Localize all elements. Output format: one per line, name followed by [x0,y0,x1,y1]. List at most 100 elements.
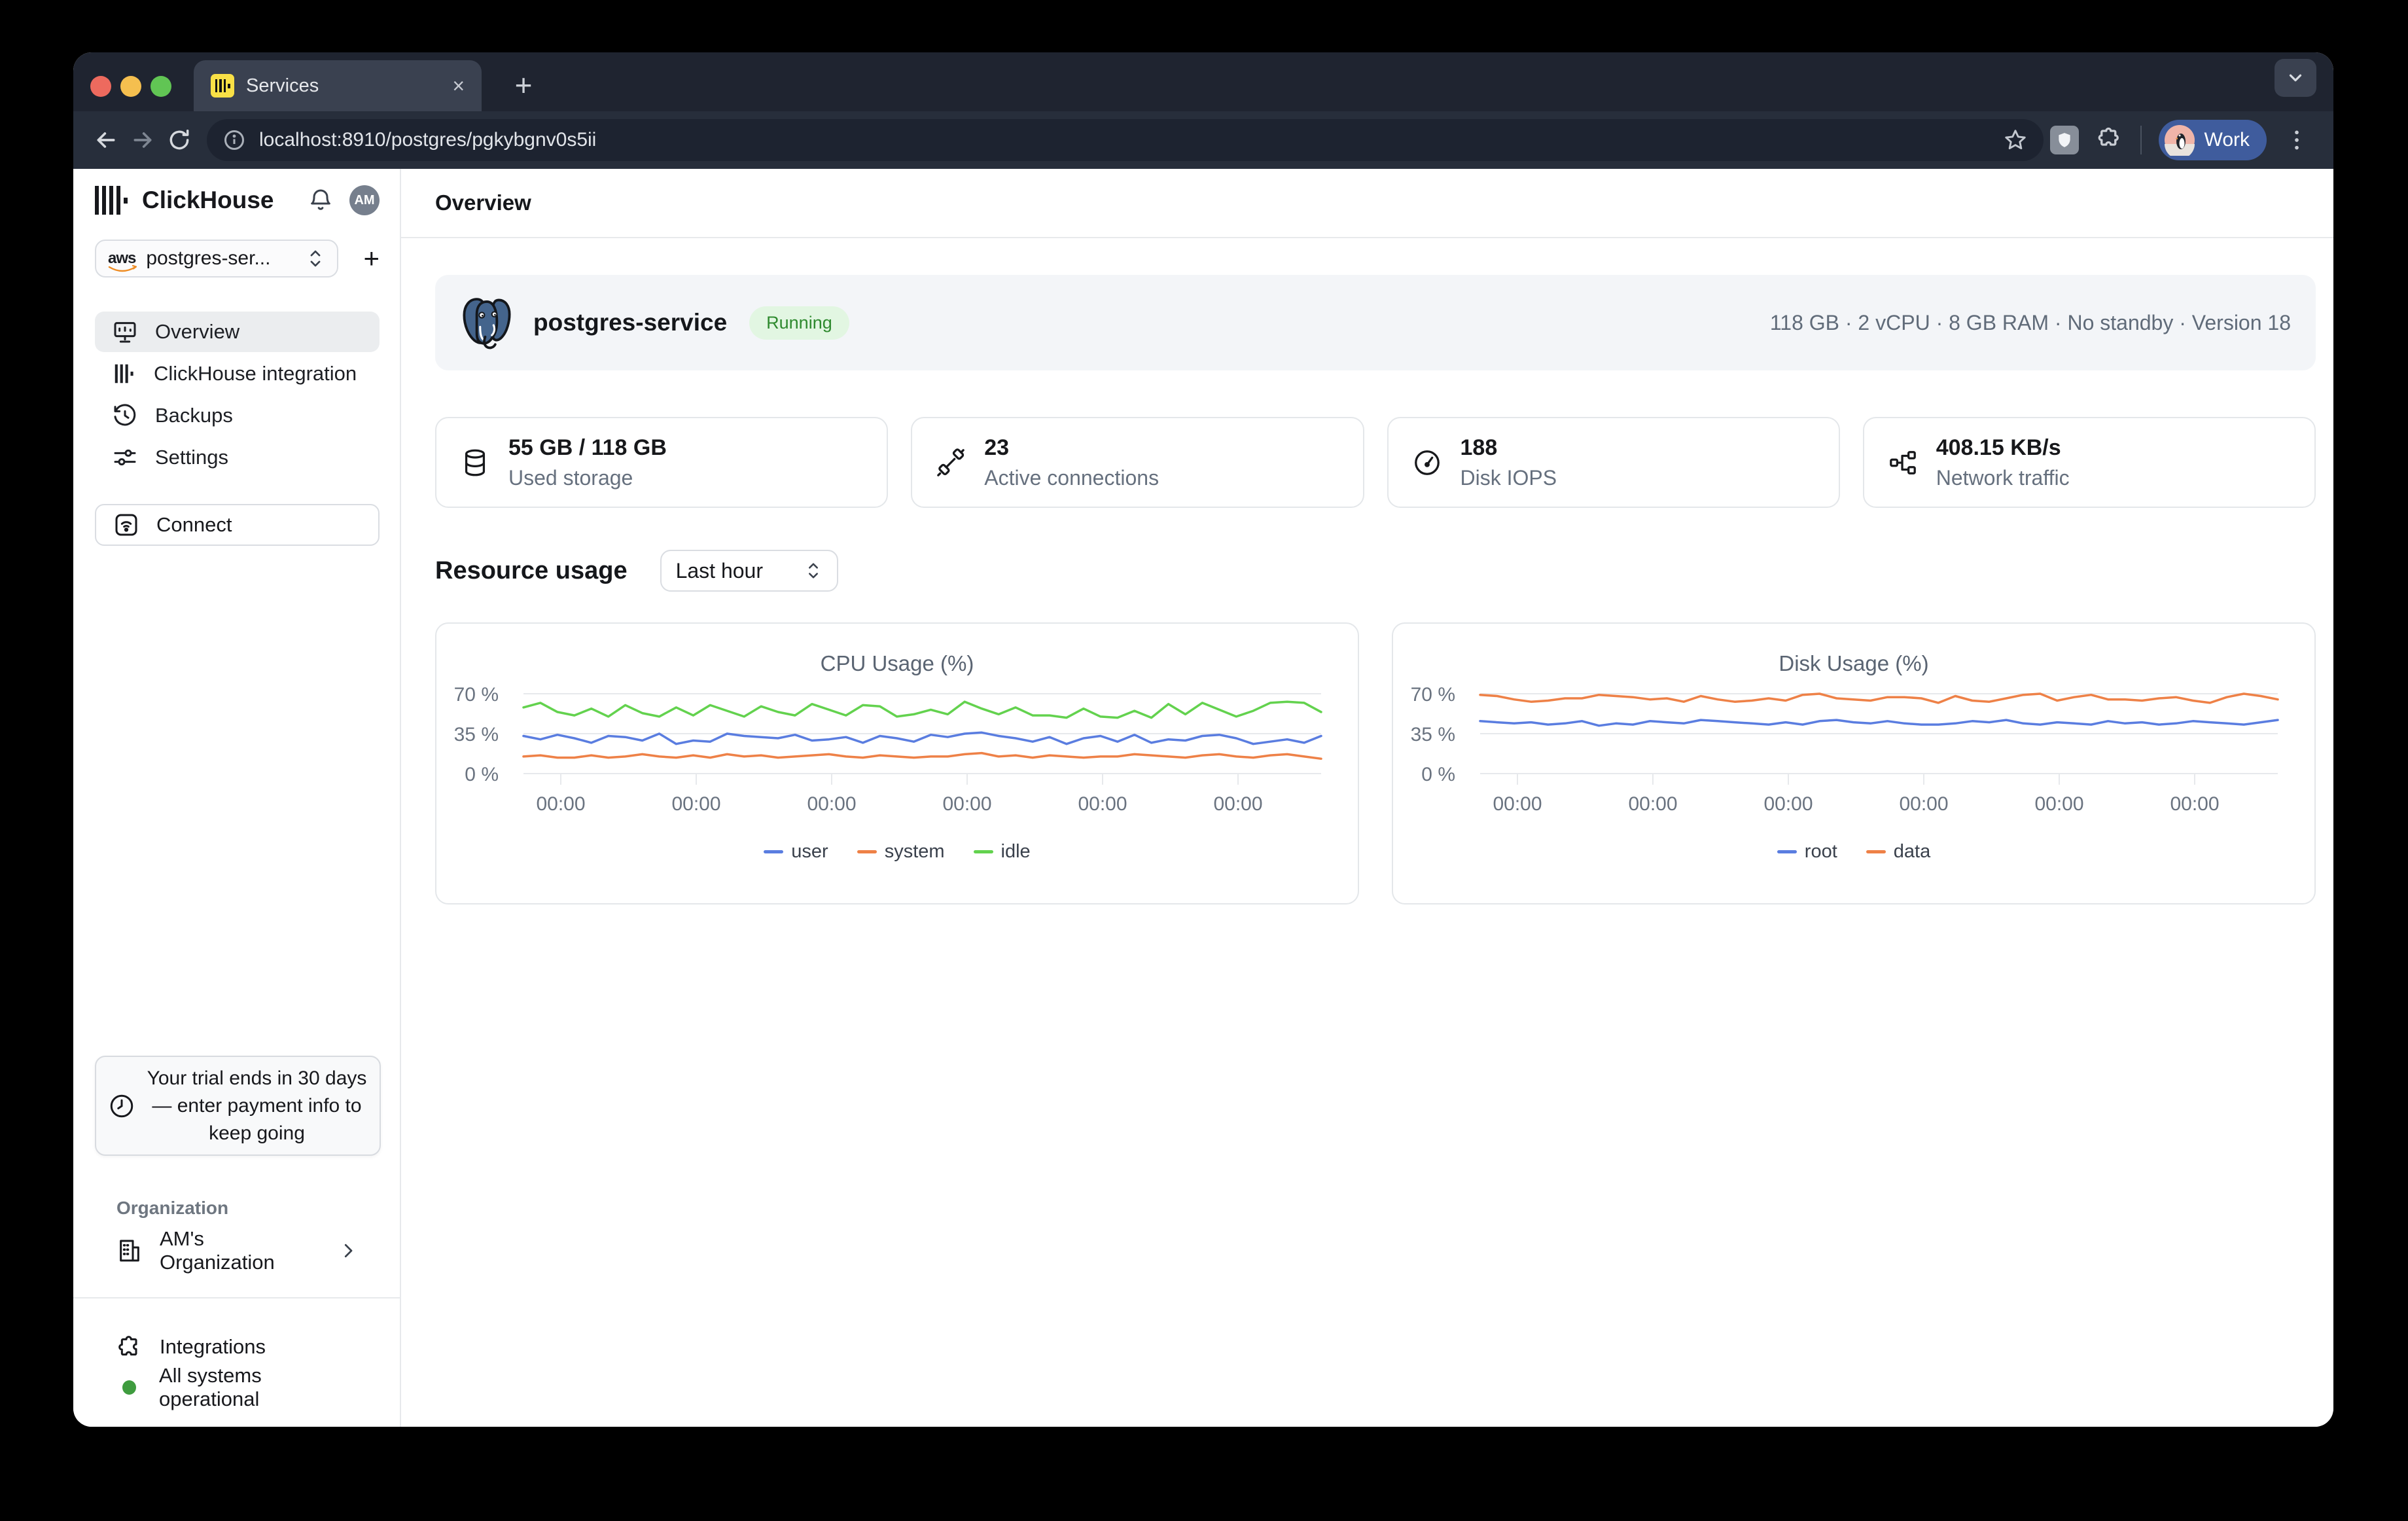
address-bar[interactable]: localhost:8910/postgres/pgkybgnv0s5ii [207,119,2044,161]
window-close-button[interactable] [90,76,111,97]
status-dot-icon [122,1380,136,1395]
chart-legend: usersystemidle [436,841,1358,863]
sidebar-item-overview[interactable]: Overview [95,312,380,352]
time-range-select[interactable]: Last hour [660,550,838,592]
back-button[interactable] [88,122,124,158]
sidebar-item-backups[interactable]: Backups [95,395,380,436]
gauge-icon [1412,448,1442,478]
sidebar-item-label: Backups [155,404,233,427]
connect-button[interactable]: Connect [95,504,380,546]
integrations-label: Integrations [160,1335,266,1359]
sidebar-item-label: Settings [155,446,228,469]
stat-label: Used storage [508,466,667,490]
window-zoom-button[interactable] [150,76,171,97]
shield-icon [2056,132,2073,149]
organization-section-label: Organization [116,1198,228,1219]
cpu-usage-plot: 0 %35 %70 %00:0000:0000:0000:0000:0000:0… [436,676,1360,820]
svg-text:00:00: 00:00 [807,793,856,815]
legend-item: user [764,841,828,863]
new-tab-button[interactable]: + [505,67,542,103]
svg-text:00:00: 00:00 [1493,793,1542,815]
back-arrow-icon [93,127,119,153]
system-status-item[interactable]: All systems operational [95,1368,380,1407]
page-title: Overview [435,190,531,215]
resource-usage-title: Resource usage [435,557,628,585]
stat-card-network-traffic: 408.15 KB/s Network traffic [1863,417,2316,508]
stats-row: 55 GB / 118 GBUsed storage 23Active conn… [435,417,2316,508]
connect-label: Connect [156,513,232,537]
resource-usage-row: Resource usage Last hour [435,550,838,592]
network-nodes-icon [1888,448,1918,478]
backup-history-icon [112,403,138,429]
site-info-icon[interactable] [222,128,246,152]
tab-title: Services [246,75,440,97]
stat-value: 55 GB / 118 GB [508,435,667,461]
bookmark-star-icon[interactable] [2003,128,2028,152]
stat-card-disk-iops: 188 Disk IOPS [1387,417,1840,508]
trial-notice-text: Your trial ends in 30 days — enter payme… [146,1065,368,1147]
tab-services[interactable]: Services × [194,60,482,111]
forward-button[interactable] [124,122,161,158]
svg-text:70 %: 70 % [454,684,499,706]
integrations-item[interactable]: Integrations [95,1327,380,1367]
svg-text:00:00: 00:00 [2034,793,2083,815]
aws-logo: aws [108,249,135,268]
database-icon [460,448,490,478]
main-topbar: Overview [401,169,2333,238]
chart-title: CPU Usage (%) [436,651,1358,676]
sidebar-item-settings[interactable]: Settings [95,437,380,478]
sidebar-item-clickhouse-integration[interactable]: ClickHouse integration [95,353,380,394]
menu-kebab-icon[interactable] [2284,127,2310,153]
svg-text:00:00: 00:00 [2170,793,2219,815]
chevron-right-icon [338,1241,358,1261]
tab-strip: Services × + [73,52,2333,111]
svg-text:35 %: 35 % [454,724,499,745]
notifications-bell-icon[interactable] [308,187,334,213]
clickhouse-bars-icon [112,361,137,386]
forward-arrow-icon [130,127,156,153]
stat-value: 408.15 KB/s [1936,435,2070,461]
legend-item: system [857,841,945,863]
stat-value: 188 [1461,435,1557,461]
svg-text:00:00: 00:00 [1078,793,1127,815]
service-selector[interactable]: aws postgres-ser... [95,240,338,277]
organization-name: AM's Organization [160,1227,321,1274]
svg-text:00:00: 00:00 [942,793,991,815]
toolbar-right-cluster: Work [2050,120,2333,160]
shield-extension-button[interactable] [2050,126,2079,154]
sidebar-divider [73,1297,400,1298]
add-service-button[interactable]: + [363,243,380,274]
chevron-updown-icon [804,560,823,581]
integrations-puzzle-icon [116,1334,143,1360]
status-text: All systems operational [159,1364,358,1411]
svg-text:35 %: 35 % [1411,724,1455,745]
settings-sliders-icon [112,444,138,471]
service-selector-value: postgres-ser... [146,247,295,270]
svg-text:00:00: 00:00 [536,793,585,815]
service-header-card: postgres-service Running 118 GB · 2 vCPU… [435,275,2316,370]
chevron-down-icon [2286,68,2305,88]
stat-label: Disk IOPS [1461,466,1557,490]
profile-chip[interactable]: Work [2159,120,2267,160]
overview-board-icon [112,319,138,345]
sidebar-item-label: Overview [155,320,239,344]
status-badge: Running [749,306,849,340]
user-avatar[interactable]: AM [349,185,380,215]
service-selector-row: aws postgres-ser... + [95,240,380,277]
stat-label: Network traffic [1936,466,2070,490]
url-text[interactable]: localhost:8910/postgres/pgkybgnv0s5ii [259,129,2003,151]
cpu-usage-chart: CPU Usage (%) 0 %35 %70 %00:0000:0000:00… [435,622,1359,904]
window-minimize-button[interactable] [120,76,141,97]
extensions-puzzle-icon[interactable] [2096,126,2123,154]
chart-legend: rootdata [1393,841,2314,863]
legend-item: root [1777,841,1837,863]
tab-close-icon[interactable]: × [452,75,465,96]
organization-item[interactable]: AM's Organization [95,1230,380,1271]
window-chevron-button[interactable] [2275,59,2316,97]
profile-avatar-penguin [2164,124,2195,156]
browser-toolbar: localhost:8910/postgres/pgkybgnv0s5ii Wo… [73,111,2333,169]
brand-row: ClickHouse AM [95,183,380,217]
reload-button[interactable] [161,122,198,158]
svg-text:00:00: 00:00 [1213,793,1262,815]
reload-icon [167,128,192,152]
